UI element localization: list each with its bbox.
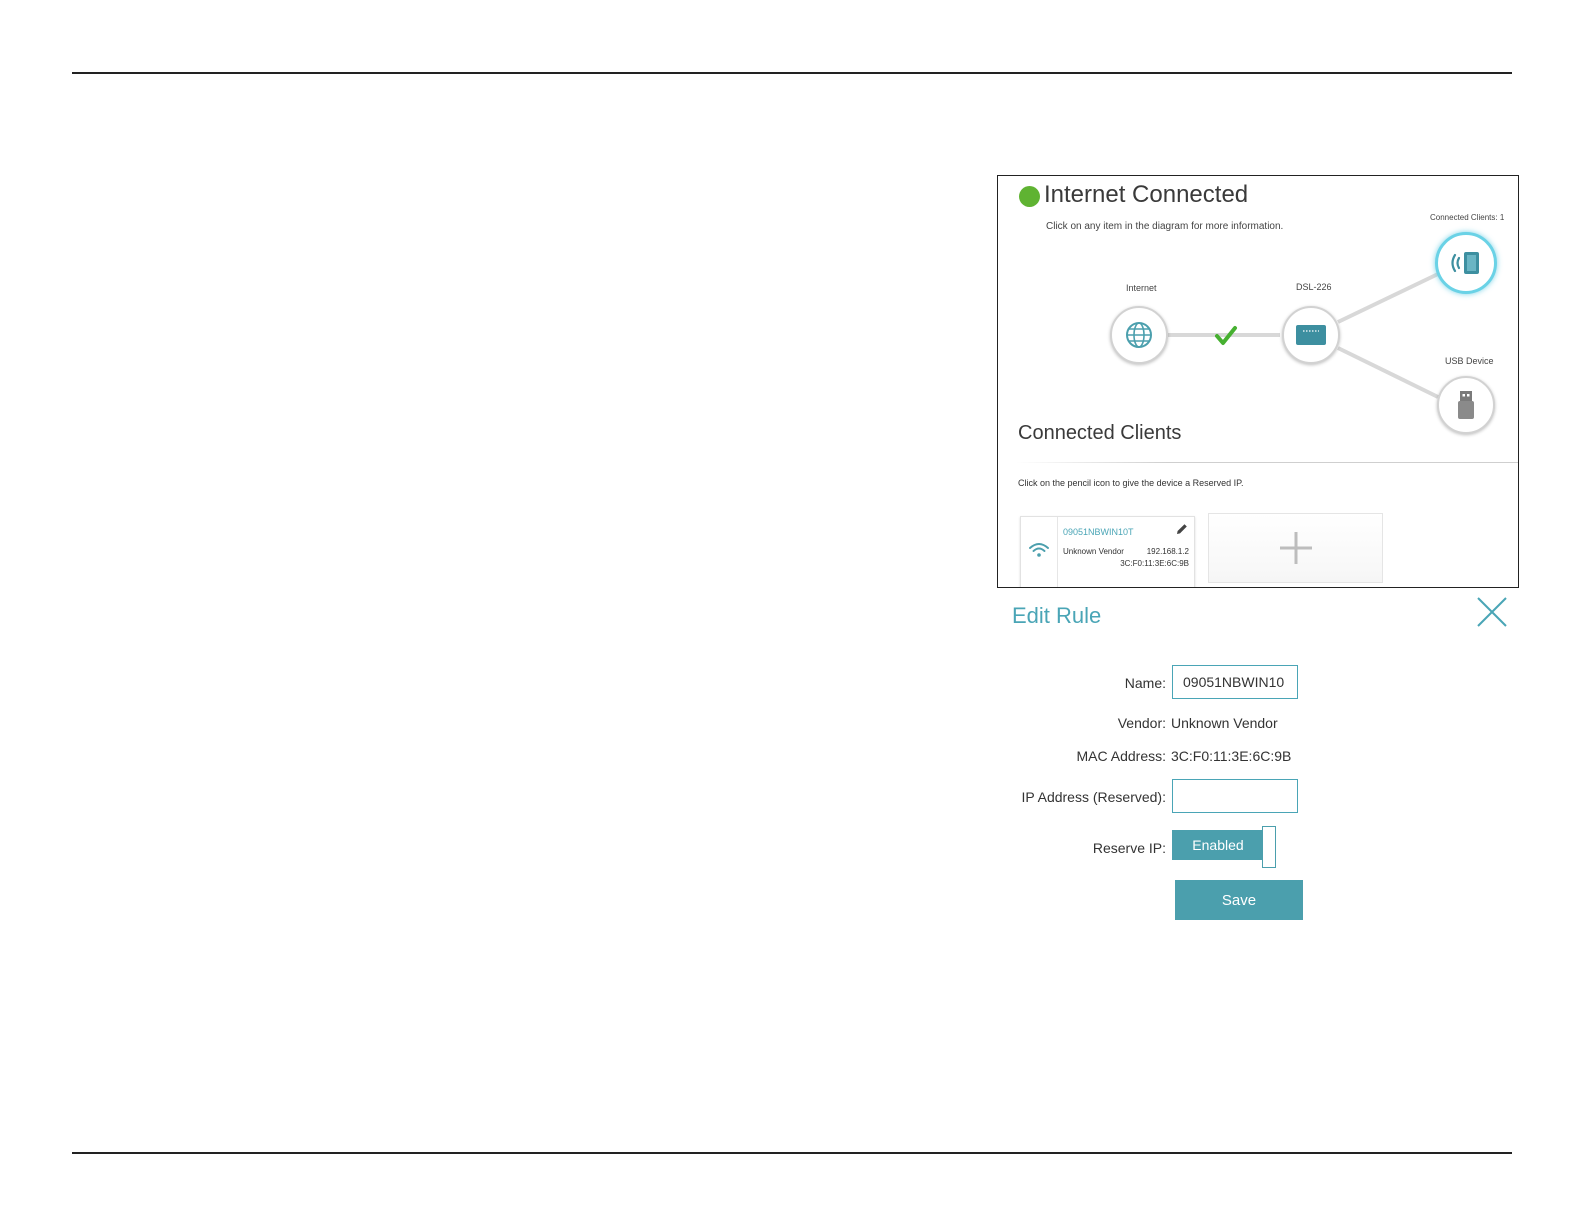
client-ip: 192.168.1.2 — [1146, 547, 1189, 556]
connected-clients-hint: Click on the pencil icon to give the dev… — [1018, 478, 1244, 488]
usb-device-node[interactable] — [1437, 376, 1495, 434]
connected-clients-node[interactable] — [1435, 232, 1497, 294]
internet-node[interactable] — [1110, 306, 1168, 364]
page-bottom-rule — [72, 1152, 1512, 1154]
mac-address-value: 3C:F0:11:3E:6C:9B — [1171, 748, 1292, 764]
clients-link — [1337, 272, 1439, 324]
vendor-label: Vendor: — [1117, 715, 1166, 731]
card-separator — [1057, 517, 1058, 587]
vendor-value: Unknown Vendor — [1171, 715, 1278, 731]
plus-icon — [1279, 532, 1312, 564]
client-card[interactable]: 09051NBWIN10T Unknown Vendor 192.168.1.2… — [1020, 516, 1195, 587]
connected-clients-count: Connected Clients: 1 — [1430, 213, 1505, 222]
reserve-ip-label: Reserve IP: — [1092, 840, 1166, 856]
section-divider — [1016, 462, 1518, 463]
add-client-button[interactable] — [1208, 513, 1383, 583]
name-input[interactable] — [1172, 665, 1298, 699]
close-icon[interactable] — [1477, 597, 1507, 627]
name-label: Name: — [1124, 675, 1166, 691]
router-status-panel: Internet Connected Click on any item in … — [997, 175, 1519, 588]
ip-address-label: IP Address (Reserved): — [1021, 789, 1166, 805]
usb-icon — [1458, 391, 1474, 419]
usb-link — [1337, 346, 1439, 399]
wifi-icon — [1029, 543, 1049, 557]
router-icon — [1296, 325, 1326, 345]
edit-rule-title: Edit Rule — [1012, 603, 1102, 628]
reserve-ip-toggle[interactable]: Enabled — [1172, 826, 1280, 870]
usb-label: USB Device — [1445, 356, 1494, 366]
pencil-icon[interactable] — [1176, 523, 1188, 535]
router-node[interactable] — [1282, 306, 1340, 364]
client-vendor: Unknown Vendor — [1063, 547, 1124, 556]
client-mac: 3C:F0:11:3E:6C:9B — [1120, 559, 1189, 568]
client-name: 09051NBWIN10T — [1063, 527, 1134, 537]
internet-label: Internet — [1126, 283, 1157, 293]
page-top-rule — [72, 72, 1512, 74]
toggle-state-label: Enabled — [1172, 830, 1264, 860]
device-signal-icon — [1451, 252, 1479, 274]
connected-clients-title: Connected Clients — [1018, 422, 1182, 444]
globe-icon — [1126, 322, 1152, 348]
ip-address-input[interactable] — [1172, 779, 1298, 813]
toggle-thumb[interactable] — [1262, 826, 1276, 868]
router-label: DSL-226 — [1296, 282, 1332, 292]
mac-address-label: MAC Address: — [1076, 748, 1166, 764]
save-button[interactable]: Save — [1175, 880, 1303, 920]
